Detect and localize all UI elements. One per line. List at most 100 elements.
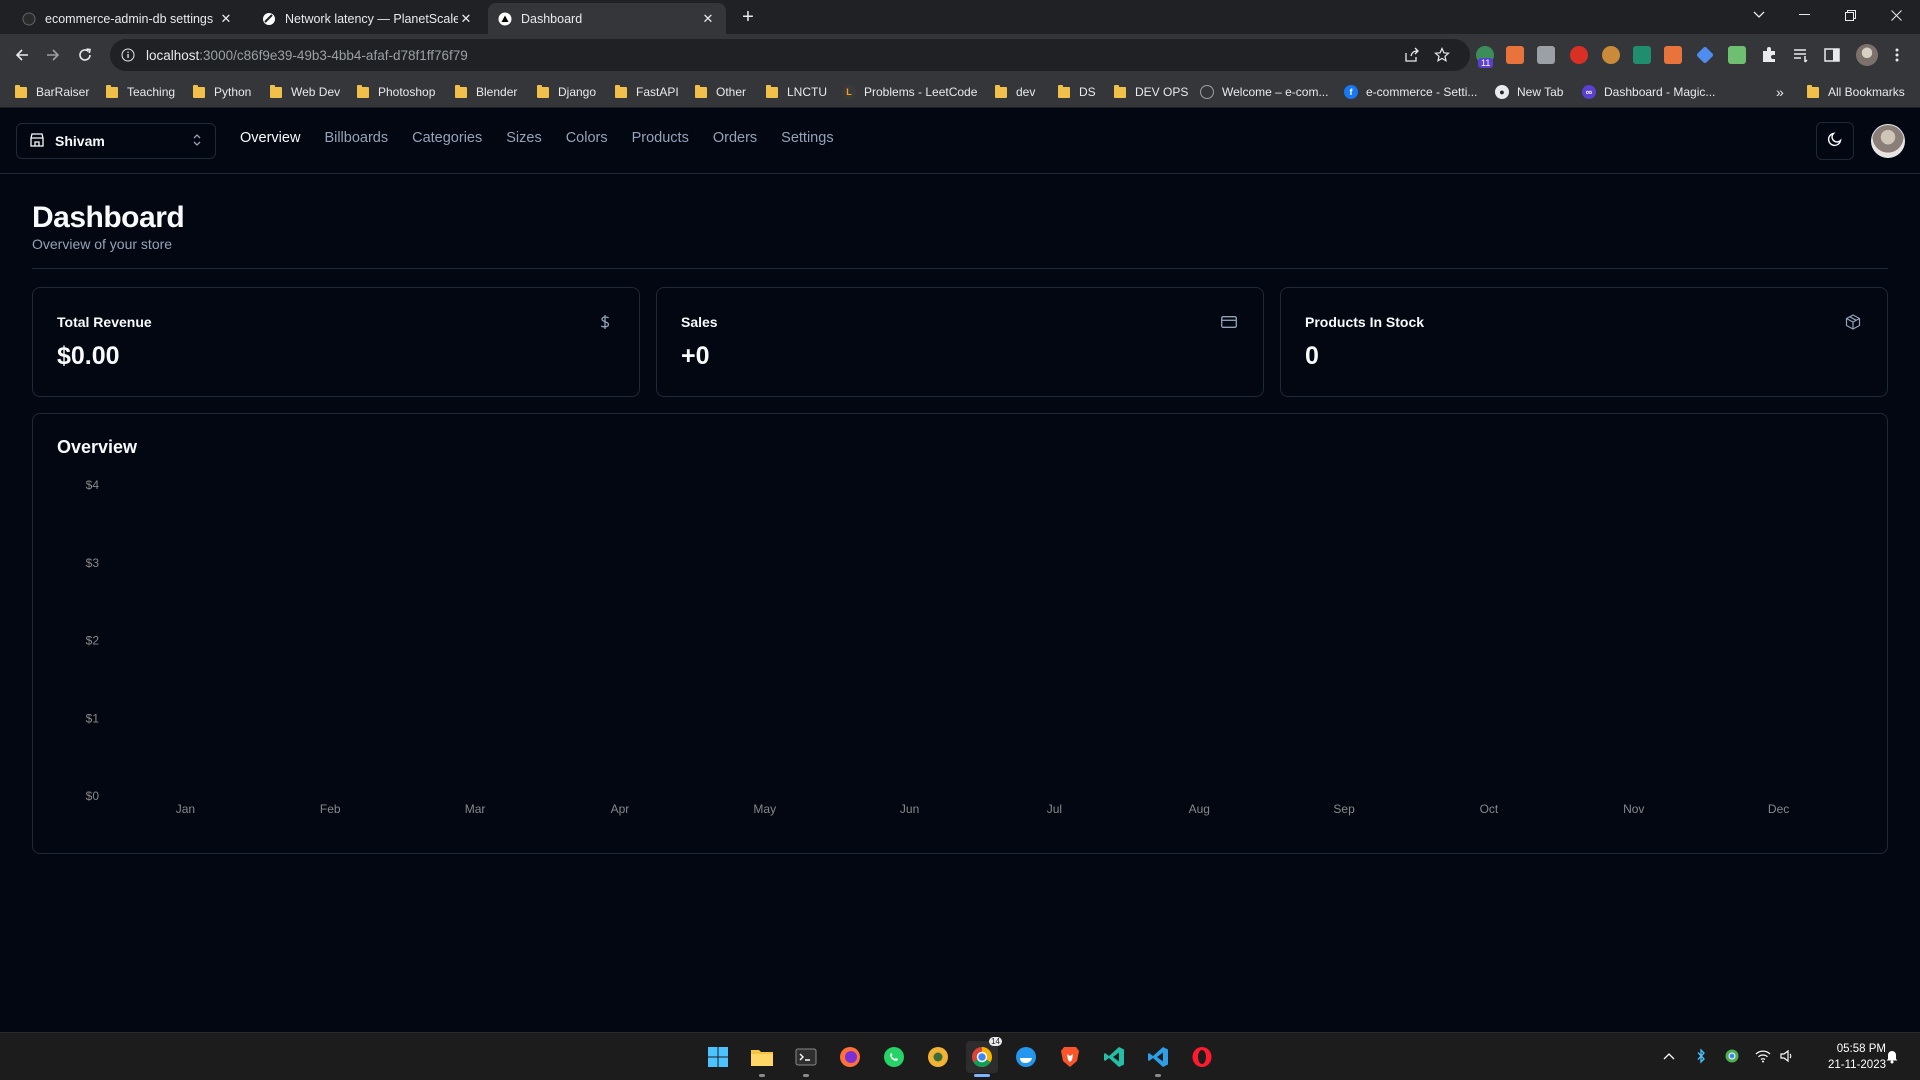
tab-network-latency[interactable]: Network latency — PlanetScale | Ne ✕ [252, 3, 484, 34]
system-clock[interactable]: 05:58 PM 21-11-2023 [1806, 1041, 1886, 1073]
user-avatar[interactable] [1871, 124, 1905, 158]
tab-ecommerce-admin-db[interactable]: ecommerce-admin-db settings ✕ [12, 3, 244, 34]
extensions-puzzle-icon[interactable] [1760, 46, 1778, 64]
nav-colors[interactable]: Colors [566, 130, 608, 146]
extension-lock-icon[interactable] [1570, 46, 1588, 64]
tab-close-icon[interactable]: ✕ [700, 11, 716, 27]
bookmark-ecommerce-settings[interactable]: f e-commerce - Setti... [1344, 82, 1477, 102]
extension-off-icon[interactable] [1664, 46, 1682, 64]
extension-diamond-icon[interactable] [1696, 46, 1714, 64]
site-info-icon[interactable] [120, 47, 136, 63]
nav-orders[interactable]: Orders [713, 130, 757, 146]
y-tick-label: $2 [86, 634, 100, 648]
extension-mail-icon[interactable] [1633, 46, 1651, 64]
folder-icon [695, 84, 707, 98]
extension-cookie-icon[interactable] [1602, 46, 1620, 64]
y-tick-label: $3 [86, 556, 100, 570]
url-text: localhost:3000/c86f9e39-49b3-4bb4-afaf-d… [146, 48, 1470, 63]
whatsapp-icon[interactable] [878, 1041, 910, 1073]
volume-icon[interactable] [1778, 1047, 1796, 1065]
restore-icon[interactable] [1828, 0, 1872, 30]
chrome-icon[interactable]: 14 [966, 1037, 1002, 1077]
folder-icon [193, 84, 205, 98]
forward-arrow-icon[interactable] [39, 41, 67, 69]
bookmark-ds[interactable]: DS [1058, 82, 1096, 102]
back-arrow-icon[interactable] [8, 41, 36, 69]
browser-menu-icon[interactable] [1888, 46, 1906, 64]
extension-photo-icon[interactable] [1728, 46, 1746, 64]
x-tick-label: Mar [465, 802, 486, 816]
bookmark-dashboard-magic[interactable]: ∞ Dashboard - Magic... [1582, 82, 1715, 102]
x-tick-label: Feb [320, 802, 341, 816]
tab-close-icon[interactable]: ✕ [458, 11, 474, 27]
file-explorer-icon[interactable] [746, 1041, 778, 1077]
theme-toggle-button[interactable] [1816, 122, 1854, 160]
extension-grid-icon[interactable] [1537, 46, 1555, 64]
bookmark-dev-ops[interactable]: DEV OPS [1114, 82, 1188, 102]
chrome-tray-icon[interactable] [1723, 1047, 1741, 1065]
bookmark-web-dev[interactable]: Web Dev [270, 82, 340, 102]
store-switcher[interactable]: Shivam [16, 123, 216, 159]
bookmark-python[interactable]: Python [193, 82, 251, 102]
nav-products[interactable]: Products [632, 130, 689, 146]
extension-fox-icon[interactable] [1506, 46, 1524, 64]
nav-settings[interactable]: Settings [781, 130, 833, 146]
bookmark-star-icon[interactable] [1434, 47, 1450, 63]
folder-icon [1114, 84, 1126, 98]
bookmark-new-tab[interactable]: ● New Tab [1495, 82, 1563, 102]
firefox-icon[interactable] [834, 1041, 866, 1073]
bookmark-leetcode[interactable]: L Problems - LeetCode [842, 82, 977, 102]
nav-sizes[interactable]: Sizes [506, 130, 541, 146]
bookmarks-bar: BarRaiser Teaching Python Web Dev Photos… [0, 76, 1920, 108]
nav-overview[interactable]: Overview [240, 130, 300, 146]
close-window-icon[interactable] [1874, 0, 1918, 30]
card-label: Total Revenue [57, 314, 152, 330]
opera-icon[interactable] [1186, 1041, 1218, 1073]
bookmark-blender[interactable]: Blender [455, 82, 517, 102]
main-nav: Overview Billboards Categories Sizes Col… [240, 130, 834, 146]
chevrons-up-down-icon [191, 133, 203, 150]
bookmark-dev[interactable]: dev [995, 82, 1035, 102]
brave-icon[interactable] [1054, 1041, 1086, 1073]
chrome-canary-icon[interactable] [922, 1041, 954, 1073]
bookmarks-overflow-icon[interactable]: » [1776, 82, 1784, 102]
vscode-icon[interactable] [1142, 1041, 1174, 1077]
bookmark-barraiser[interactable]: BarRaiser [15, 82, 89, 102]
profile-avatar-icon[interactable] [1856, 44, 1878, 66]
reload-icon[interactable] [71, 41, 99, 69]
bookmark-django[interactable]: Django [537, 82, 596, 102]
show-hidden-icons-icon[interactable] [1660, 1047, 1678, 1065]
terminal-icon[interactable] [790, 1041, 822, 1077]
docker-icon[interactable] [1010, 1041, 1042, 1073]
clock-time: 05:58 PM [1836, 1043, 1886, 1055]
address-bar[interactable]: localhost:3000/c86f9e39-49b3-4bb4-afaf-d… [110, 39, 1470, 71]
bookmark-welcome[interactable]: Welcome – e-com... [1200, 82, 1328, 102]
windows-start-icon[interactable] [702, 1041, 734, 1073]
vercel-icon [498, 12, 512, 26]
tab-dashboard[interactable]: Dashboard ✕ [488, 3, 726, 34]
bookmark-lnctu[interactable]: LNCTU [766, 82, 827, 102]
bluetooth-icon[interactable] [1692, 1047, 1710, 1065]
reading-list-icon[interactable] [1792, 46, 1810, 64]
facebook-icon: f [1344, 85, 1358, 99]
tab-close-icon[interactable]: ✕ [218, 11, 234, 27]
vscode-insiders-icon[interactable] [1098, 1041, 1130, 1073]
minimize-icon[interactable] [1782, 0, 1826, 30]
bookmark-other[interactable]: Other [695, 82, 746, 102]
notification-bell-icon[interactable] [1883, 1047, 1901, 1065]
all-bookmarks[interactable]: All Bookmarks [1807, 82, 1905, 102]
nav-billboards[interactable]: Billboards [324, 130, 388, 146]
bookmark-photoshop[interactable]: Photoshop [357, 82, 435, 102]
card-value: $0.00 [57, 342, 120, 370]
bookmark-teaching[interactable]: Teaching [106, 82, 175, 102]
share-icon[interactable] [1404, 47, 1420, 63]
extension-badge: 11 [1478, 58, 1494, 68]
bookmark-label: New Tab [1517, 85, 1564, 99]
wifi-icon[interactable] [1754, 1047, 1772, 1065]
side-panel-icon[interactable] [1823, 46, 1841, 64]
new-tab-button[interactable]: + [735, 6, 761, 28]
nav-categories[interactable]: Categories [412, 130, 482, 146]
tab-search-icon[interactable] [1737, 0, 1781, 30]
bookmark-fastapi[interactable]: FastAPI [615, 82, 679, 102]
folder-icon [1807, 84, 1819, 98]
